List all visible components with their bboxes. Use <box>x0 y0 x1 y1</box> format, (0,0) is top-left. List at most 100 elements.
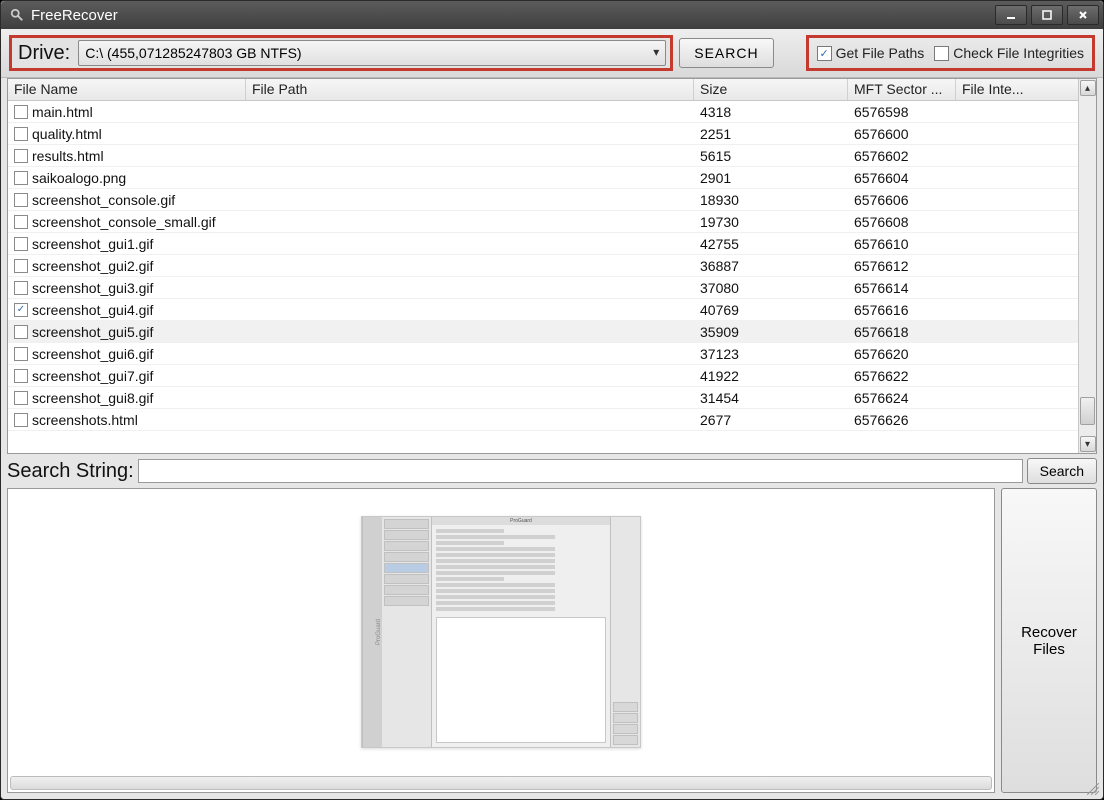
app-window: FreeRecover Drive: C:\ (455,071285247803… <box>0 0 1104 800</box>
column-header-path[interactable]: File Path <box>246 79 694 100</box>
file-name: screenshot_gui5.gif <box>32 324 153 340</box>
file-name: screenshot_gui3.gif <box>32 280 153 296</box>
search-button[interactable]: SEARCH <box>679 38 773 68</box>
table-row[interactable]: results.html56156576602 <box>8 145 1078 167</box>
mft-sector: 6576606 <box>848 192 956 208</box>
file-size: 37123 <box>694 346 848 362</box>
file-name: screenshot_gui6.gif <box>32 346 153 362</box>
column-header-integrity[interactable]: File Inte... <box>956 79 1056 100</box>
column-header-mft[interactable]: MFT Sector ... <box>848 79 956 100</box>
table-vertical-scrollbar[interactable]: ▴ ▾ <box>1078 79 1096 453</box>
recover-files-button[interactable]: Recover Files <box>1001 488 1097 793</box>
search-string-input[interactable] <box>138 459 1023 483</box>
table-row[interactable]: screenshot_gui5.gif359096576618 <box>8 321 1078 343</box>
file-name: saikoalogo.png <box>32 170 126 186</box>
maximize-button[interactable] <box>1031 5 1063 25</box>
mft-sector: 6576608 <box>848 214 956 230</box>
table-row[interactable]: screenshot_gui8.gif314546576624 <box>8 387 1078 409</box>
file-size: 2677 <box>694 412 848 428</box>
file-size: 40769 <box>694 302 848 318</box>
mft-sector: 6576618 <box>848 324 956 340</box>
scroll-track[interactable] <box>1079 97 1096 435</box>
window-buttons <box>995 5 1099 25</box>
table-row[interactable]: ✓screenshot_gui4.gif407696576616 <box>8 299 1078 321</box>
table-row[interactable]: screenshot_gui3.gif370806576614 <box>8 277 1078 299</box>
results-table: File Name File Path Size MFT Sector ... … <box>7 78 1097 454</box>
row-checkbox[interactable]: ✓ <box>14 303 28 317</box>
mft-sector: 6576620 <box>848 346 956 362</box>
titlebar: FreeRecover <box>1 1 1103 29</box>
row-checkbox[interactable] <box>14 105 28 119</box>
check-file-integrities-option[interactable]: Check File Integrities <box>934 45 1084 61</box>
option-label: Check File Integrities <box>953 45 1084 61</box>
scroll-up-icon[interactable]: ▴ <box>1080 80 1096 96</box>
drive-select[interactable]: C:\ (455,071285247803 GB NTFS) <box>78 40 666 66</box>
app-icon <box>9 7 25 23</box>
column-header-size[interactable]: Size <box>694 79 848 100</box>
bottom-area: ProGuard ProGuard <box>7 488 1097 793</box>
table-header: File Name File Path Size MFT Sector ... … <box>8 79 1078 101</box>
resize-grip-icon[interactable] <box>1087 783 1099 795</box>
table-row[interactable]: screenshot_gui6.gif 371236576620 <box>8 343 1078 365</box>
file-size: 41922 <box>694 368 848 384</box>
table-row[interactable]: screenshot_gui1.gif427556576610 <box>8 233 1078 255</box>
mft-sector: 6576598 <box>848 104 956 120</box>
toolbar: Drive: C:\ (455,071285247803 GB NTFS) SE… <box>1 29 1103 78</box>
scroll-down-icon[interactable]: ▾ <box>1080 436 1096 452</box>
preview-horizontal-scrollbar[interactable] <box>10 776 992 790</box>
mft-sector: 6576626 <box>848 412 956 428</box>
row-checkbox[interactable] <box>14 281 28 295</box>
table-row[interactable]: main.html43186576598 <box>8 101 1078 123</box>
file-size: 36887 <box>694 258 848 274</box>
table-row[interactable]: screenshot_console.gif 189306576606 <box>8 189 1078 211</box>
table-row[interactable]: screenshots.html 26776576626 <box>8 409 1078 431</box>
file-name: screenshot_console.gif <box>32 192 175 208</box>
file-name: screenshot_gui4.gif <box>32 302 153 318</box>
file-name: screenshots.html <box>32 412 138 428</box>
file-name: screenshot_gui8.gif <box>32 390 153 406</box>
mft-sector: 6576600 <box>848 126 956 142</box>
row-checkbox[interactable] <box>14 325 28 339</box>
file-name: screenshot_gui2.gif <box>32 258 153 274</box>
file-name: screenshot_console_small.gif <box>32 214 216 230</box>
file-size: 31454 <box>694 390 848 406</box>
row-checkbox[interactable] <box>14 413 28 427</box>
mft-sector: 6576612 <box>848 258 956 274</box>
row-checkbox[interactable] <box>14 391 28 405</box>
row-checkbox[interactable] <box>14 171 28 185</box>
table-row[interactable]: saikoalogo.png29016576604 <box>8 167 1078 189</box>
file-name: results.html <box>32 148 104 164</box>
file-size: 4318 <box>694 104 848 120</box>
row-checkbox[interactable] <box>14 369 28 383</box>
file-size: 19730 <box>694 214 848 230</box>
drive-label: Drive: <box>18 42 70 65</box>
row-checkbox[interactable] <box>14 215 28 229</box>
row-checkbox[interactable] <box>14 259 28 273</box>
scroll-thumb[interactable] <box>1080 397 1095 425</box>
file-size: 42755 <box>694 236 848 252</box>
table-row[interactable]: screenshot_gui2.gif 368876576612 <box>8 255 1078 277</box>
close-button[interactable] <box>1067 5 1099 25</box>
row-checkbox[interactable] <box>14 127 28 141</box>
search-string-label: Search String: <box>7 460 134 483</box>
minimize-button[interactable] <box>995 5 1027 25</box>
table-row[interactable]: screenshot_gui7.gif419226576622 <box>8 365 1078 387</box>
row-checkbox[interactable] <box>14 237 28 251</box>
mft-sector: 6576604 <box>848 170 956 186</box>
mft-sector: 6576614 <box>848 280 956 296</box>
file-name: screenshot_gui1.gif <box>32 236 153 252</box>
preview-pane: ProGuard ProGuard <box>7 488 995 793</box>
search-string-button[interactable]: Search <box>1027 458 1097 484</box>
search-string-row: Search String: Search <box>7 458 1097 484</box>
file-name: quality.html <box>32 126 102 142</box>
file-size: 18930 <box>694 192 848 208</box>
table-row[interactable]: screenshot_console_small.gif 197306576608 <box>8 211 1078 233</box>
column-header-name[interactable]: File Name <box>8 79 246 100</box>
row-checkbox[interactable] <box>14 347 28 361</box>
table-row[interactable]: quality.html22516576600 <box>8 123 1078 145</box>
get-file-paths-option[interactable]: ✓ Get File Paths <box>817 45 925 61</box>
file-name: screenshot_gui7.gif <box>32 368 153 384</box>
app-title: FreeRecover <box>31 7 995 24</box>
row-checkbox[interactable] <box>14 149 28 163</box>
row-checkbox[interactable] <box>14 193 28 207</box>
